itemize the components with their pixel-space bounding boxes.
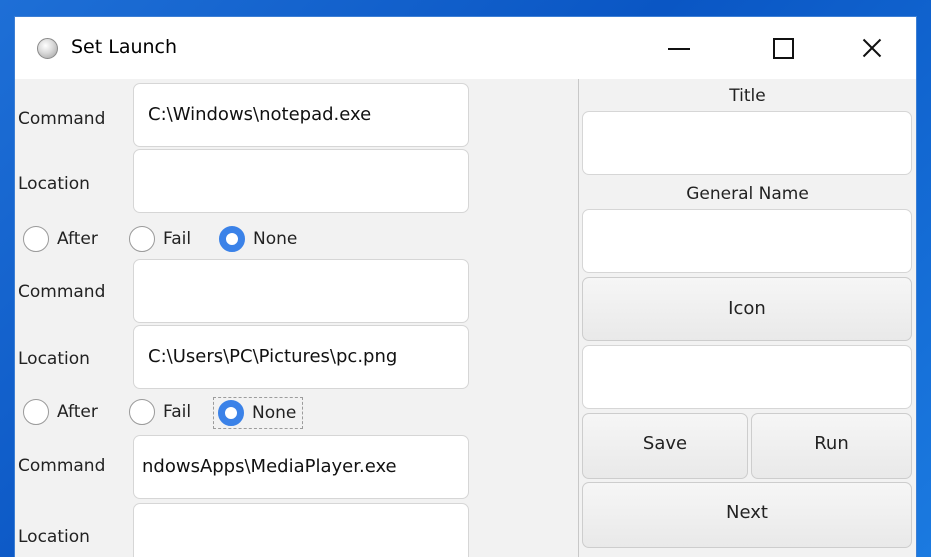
- fail-radio-2[interactable]: Fail: [129, 397, 191, 427]
- none-radio-2[interactable]: None: [213, 397, 304, 429]
- radio-circle: [23, 399, 49, 425]
- set-launch-window: Set Launch Command C:\Windows\notepad.ex…: [15, 17, 916, 557]
- after-radio-label: After: [57, 229, 98, 249]
- launcher-settings-panel: Title General Name Icon Save Run Next: [579, 79, 916, 557]
- location-label-1: Location: [18, 174, 90, 194]
- icon-button[interactable]: Icon: [582, 277, 912, 341]
- fail-radio-label: Fail: [163, 229, 192, 249]
- none-radio-label: None: [253, 229, 298, 249]
- command-field-2[interactable]: [133, 259, 469, 323]
- none-radio-1[interactable]: None: [219, 224, 297, 254]
- next-button[interactable]: Next: [582, 482, 912, 548]
- general-name-label: General Name: [686, 184, 809, 204]
- command-label-2: Command: [18, 282, 106, 302]
- location-field-3[interactable]: [133, 503, 469, 557]
- save-button[interactable]: Save: [582, 413, 748, 479]
- after-radio-label: After: [57, 402, 98, 422]
- location-label-2: Location: [18, 349, 90, 369]
- result-radio-group-1: After Fail None: [23, 224, 443, 254]
- launch-steps-panel[interactable]: Command C:\Windows\notepad.exe Location …: [15, 79, 579, 557]
- window-title: Set Launch: [71, 36, 178, 58]
- fail-radio-1[interactable]: Fail: [129, 224, 191, 254]
- command-field-3[interactable]: ndowsApps\MediaPlayer.exe: [133, 435, 469, 499]
- radio-circle: [129, 399, 155, 425]
- fail-radio-label: Fail: [163, 402, 192, 422]
- close-icon[interactable]: [842, 17, 902, 79]
- radio-circle-selected: [218, 400, 244, 426]
- command-field-1[interactable]: C:\Windows\notepad.exe: [133, 83, 469, 147]
- title-label: Title: [729, 86, 766, 106]
- title-field[interactable]: [582, 111, 912, 175]
- radio-circle: [129, 226, 155, 252]
- run-button[interactable]: Run: [751, 413, 912, 479]
- command-label-1: Command: [18, 109, 106, 129]
- radio-circle: [23, 226, 49, 252]
- window-content: Command C:\Windows\notepad.exe Location …: [15, 79, 916, 557]
- icon-path-field[interactable]: [582, 345, 912, 409]
- none-radio-label: None: [252, 403, 297, 423]
- location-label-3: Location: [18, 527, 90, 547]
- maximize-icon[interactable]: [752, 17, 812, 79]
- title-bar[interactable]: Set Launch: [15, 17, 916, 79]
- location-field-2[interactable]: C:\Users\PC\Pictures\pc.png: [133, 325, 469, 389]
- minimize-icon[interactable]: [648, 17, 708, 79]
- result-radio-group-2: After Fail None: [23, 397, 443, 429]
- after-radio-2[interactable]: After: [23, 397, 98, 427]
- after-radio-1[interactable]: After: [23, 224, 98, 254]
- location-field-1[interactable]: [133, 149, 469, 213]
- command-label-3: Command: [18, 456, 106, 476]
- disc-app-icon: [37, 38, 58, 59]
- general-name-field[interactable]: [582, 209, 912, 273]
- radio-circle-selected: [219, 226, 245, 252]
